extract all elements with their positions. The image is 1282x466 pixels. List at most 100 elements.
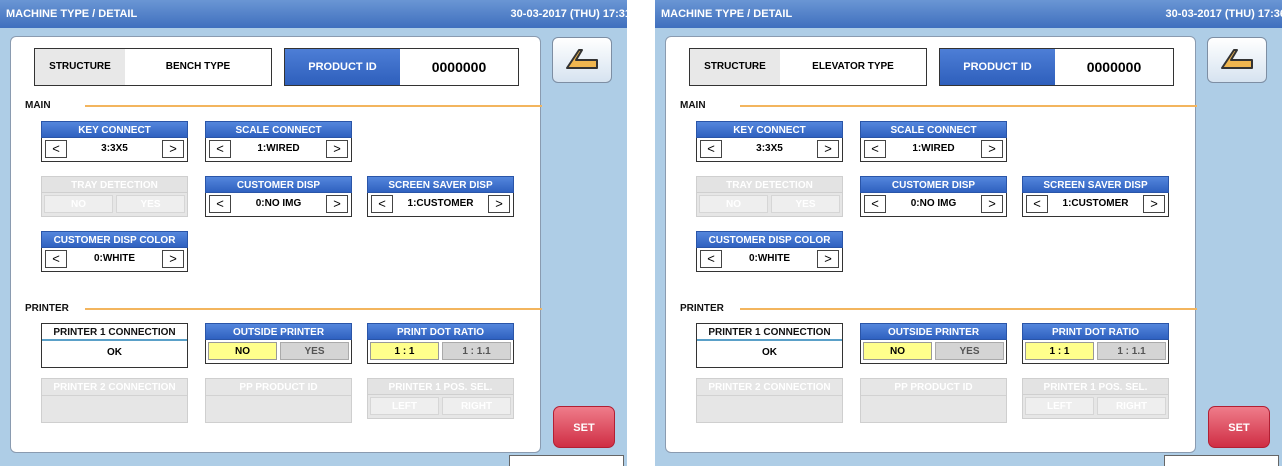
return-arrow-icon xyxy=(566,49,598,69)
customer-disp-color-next-button[interactable]: > xyxy=(817,250,839,268)
pp-product-id-field: PP PRODUCT ID xyxy=(205,378,352,423)
printer1-pos-left-button: LEFT xyxy=(1025,397,1094,415)
screen-saver-disp-next-button[interactable]: > xyxy=(488,195,510,213)
print-dot-ratio-1-1-button[interactable]: 1 : 1 xyxy=(370,342,439,360)
structure-label: STRUCTURE xyxy=(35,49,125,85)
screen-saver-disp-next-button[interactable]: > xyxy=(1143,195,1165,213)
structure-field[interactable]: STRUCTURE BENCH TYPE xyxy=(34,48,272,86)
detail-panel: STRUCTURE ELEVATOR TYPE PRODUCT ID 00000… xyxy=(665,36,1197,453)
customer-disp-color-label: CUSTOMER DISP COLOR xyxy=(696,231,843,248)
scale-connect-prev-button[interactable]: < xyxy=(864,140,886,158)
printer1-connection-field: PRINTER 1 CONNECTION OK xyxy=(696,323,843,368)
key-connect-label: KEY CONNECT xyxy=(696,121,843,138)
outside-printer-yes-button[interactable]: YES xyxy=(935,342,1004,360)
print-dot-ratio-1-1.1-button[interactable]: 1 : 1.1 xyxy=(442,342,511,360)
printer1-connection-label: PRINTER 1 CONNECTION xyxy=(42,324,187,341)
status-box xyxy=(1164,455,1279,466)
scale-connect-field: SCALE CONNECT < 1:WIRED > xyxy=(860,121,1007,166)
print-dot-ratio-field: PRINT DOT RATIO 1 : 1 1 : 1.1 xyxy=(367,323,514,368)
main-section-divider xyxy=(740,105,1197,107)
tray-detection-yes-button: YES xyxy=(771,195,840,213)
customer-disp-color-prev-button[interactable]: < xyxy=(45,250,67,268)
screen-title: MACHINE TYPE / DETAIL xyxy=(661,8,793,20)
customer-disp-next-button[interactable]: > xyxy=(981,195,1003,213)
tray-detection-no-button: NO xyxy=(699,195,768,213)
printer1-pos-sel-field: PRINTER 1 POS. SEL. LEFT RIGHT xyxy=(367,378,514,423)
key-connect-next-button[interactable]: > xyxy=(817,140,839,158)
back-button[interactable] xyxy=(1207,37,1267,83)
scale-connect-next-button[interactable]: > xyxy=(981,140,1003,158)
customer-disp-value: 0:NO IMG xyxy=(255,198,302,209)
printer1-pos-sel-label: PRINTER 1 POS. SEL. xyxy=(1022,378,1169,395)
key-connect-next-button[interactable]: > xyxy=(162,140,184,158)
key-connect-value: 3:3X5 xyxy=(101,143,128,154)
customer-disp-color-next-button[interactable]: > xyxy=(162,250,184,268)
screen-saver-disp-prev-button[interactable]: < xyxy=(371,195,393,213)
customer-disp-color-field: CUSTOMER DISP COLOR < 0:WHITE > xyxy=(696,231,843,276)
print-dot-ratio-1-1.1-button[interactable]: 1 : 1.1 xyxy=(1097,342,1166,360)
customer-disp-color-field: CUSTOMER DISP COLOR < 0:WHITE > xyxy=(41,231,188,276)
structure-value: BENCH TYPE xyxy=(165,61,231,72)
outside-printer-no-button[interactable]: NO xyxy=(208,342,277,360)
key-connect-field: KEY CONNECT < 3:3X5 > xyxy=(41,121,188,166)
customer-disp-color-label: CUSTOMER DISP COLOR xyxy=(41,231,188,248)
structure-value: ELEVATOR TYPE xyxy=(812,61,894,72)
tray-detection-no-button: NO xyxy=(44,195,113,213)
customer-disp-prev-button[interactable]: < xyxy=(864,195,886,213)
customer-disp-field: CUSTOMER DISP < 0:NO IMG > xyxy=(205,176,352,221)
main-section-label: MAIN xyxy=(680,100,706,111)
printer1-connection-value: OK xyxy=(762,347,777,358)
screen-saver-disp-value: 1:CUSTOMER xyxy=(407,198,474,209)
printer1-pos-left-button: LEFT xyxy=(370,397,439,415)
product-id-value: 0000000 xyxy=(431,59,487,75)
outside-printer-field: OUTSIDE PRINTER NO YES xyxy=(860,323,1007,368)
screen-saver-disp-label: SCREEN SAVER DISP xyxy=(367,176,514,193)
tray-detection-yes-button: YES xyxy=(116,195,185,213)
screen-title: MACHINE TYPE / DETAIL xyxy=(6,8,138,20)
printer1-pos-right-button: RIGHT xyxy=(442,397,511,415)
product-id-value: 0000000 xyxy=(1086,59,1142,75)
outside-printer-no-button[interactable]: NO xyxy=(863,342,932,360)
printer1-pos-right-button: RIGHT xyxy=(1097,397,1166,415)
product-id-label: PRODUCT ID xyxy=(940,49,1055,85)
tray-detection-label: TRAY DETECTION xyxy=(696,176,843,193)
set-button[interactable]: SET xyxy=(1208,406,1270,448)
tray-detection-field: TRAY DETECTION NO YES xyxy=(696,176,843,221)
set-button[interactable]: SET xyxy=(553,406,615,448)
key-connect-prev-button[interactable]: < xyxy=(45,140,67,158)
printer2-connection-label: PRINTER 2 CONNECTION xyxy=(697,379,842,396)
outside-printer-label: OUTSIDE PRINTER xyxy=(860,323,1007,340)
print-dot-ratio-1-1-button[interactable]: 1 : 1 xyxy=(1025,342,1094,360)
printer1-connection-field: PRINTER 1 CONNECTION OK xyxy=(41,323,188,368)
customer-disp-color-value: 0:WHITE xyxy=(748,253,791,264)
scale-connect-next-button[interactable]: > xyxy=(326,140,348,158)
product-id-field[interactable]: PRODUCT ID 0000000 xyxy=(939,48,1174,86)
printer-section-label: PRINTER xyxy=(25,303,69,314)
product-id-field[interactable]: PRODUCT ID 0000000 xyxy=(284,48,519,86)
back-button[interactable] xyxy=(552,37,612,83)
printer1-pos-sel-label: PRINTER 1 POS. SEL. xyxy=(367,378,514,395)
customer-disp-next-button[interactable]: > xyxy=(326,195,348,213)
customer-disp-prev-button[interactable]: < xyxy=(209,195,231,213)
pp-product-id-label: PP PRODUCT ID xyxy=(861,379,1006,396)
key-connect-value: 3:3X5 xyxy=(756,143,783,154)
printer2-connection-label: PRINTER 2 CONNECTION xyxy=(42,379,187,396)
structure-field[interactable]: STRUCTURE ELEVATOR TYPE xyxy=(689,48,927,86)
outside-printer-yes-button[interactable]: YES xyxy=(280,342,349,360)
key-connect-prev-button[interactable]: < xyxy=(700,140,722,158)
scale-connect-value: 1:WIRED xyxy=(257,143,300,154)
printer-section-label: PRINTER xyxy=(680,303,724,314)
datetime: 30-03-2017 (THU) 17:36 xyxy=(1165,8,1282,20)
printer-section-divider xyxy=(740,308,1197,310)
main-section-label: MAIN xyxy=(25,100,51,111)
scale-connect-prev-button[interactable]: < xyxy=(209,140,231,158)
screen-saver-disp-prev-button[interactable]: < xyxy=(1026,195,1048,213)
printer-section-divider xyxy=(85,308,542,310)
customer-disp-color-prev-button[interactable]: < xyxy=(700,250,722,268)
screen-saver-disp-field: SCREEN SAVER DISP < 1:CUSTOMER > xyxy=(367,176,514,221)
customer-disp-value: 0:NO IMG xyxy=(910,198,957,209)
pp-product-id-field: PP PRODUCT ID xyxy=(860,378,1007,423)
status-box xyxy=(509,455,624,466)
structure-label: STRUCTURE xyxy=(690,49,780,85)
scale-connect-label: SCALE CONNECT xyxy=(860,121,1007,138)
